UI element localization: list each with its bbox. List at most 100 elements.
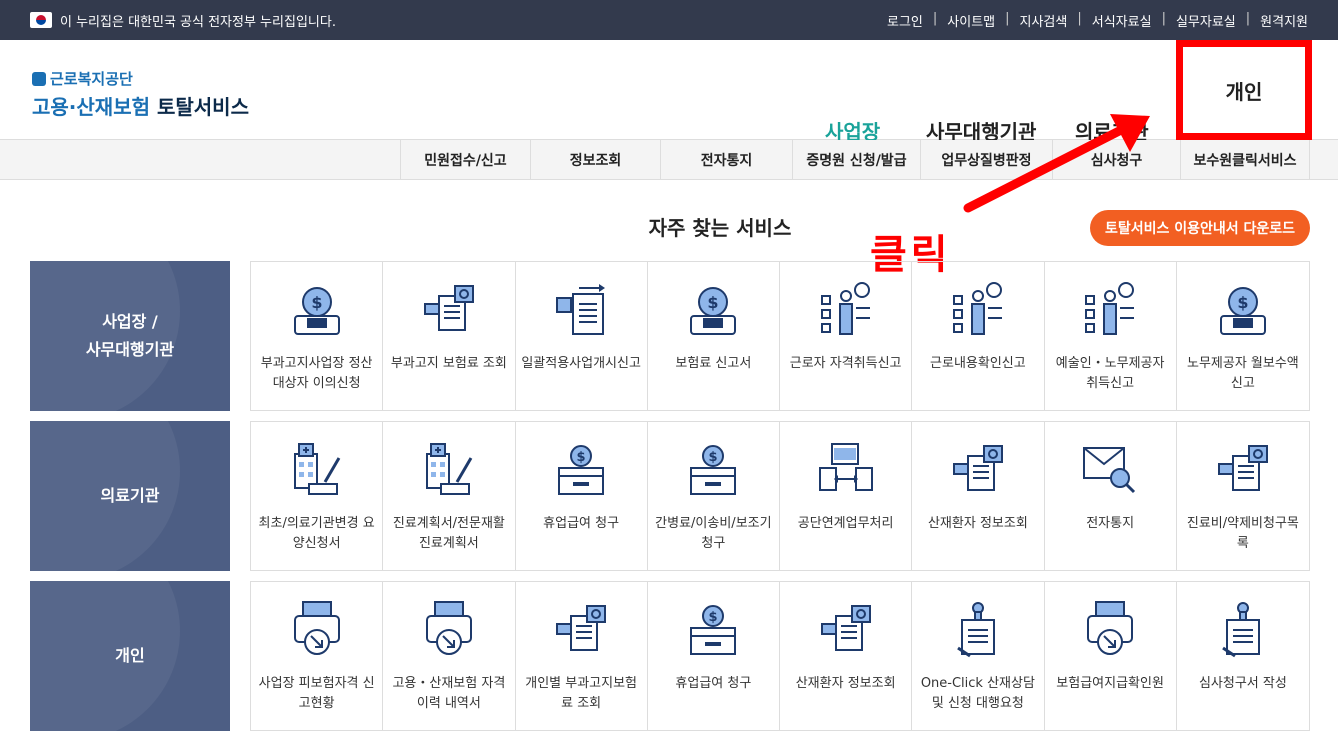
service-card[interactable]: $ 노무제공자 월보수액 신고 — [1177, 262, 1309, 410]
service-card-label: 근로내용확인신고 — [930, 356, 1026, 371]
coin-box-icon: $ — [681, 598, 745, 662]
svg-text:$: $ — [708, 293, 719, 312]
sub-nav-complaint[interactable]: 민원접수/신고 — [400, 140, 530, 180]
svg-text:$: $ — [311, 293, 322, 312]
coin-card-icon: $ — [285, 278, 349, 342]
checklist-person-icon — [1078, 278, 1142, 342]
logo-service-a: 고용·산재보험 — [32, 95, 150, 119]
category-text: 사업장 / 사무대행기관 — [85, 312, 175, 359]
service-card-label: 휴업급여 청구 — [675, 676, 752, 691]
service-card[interactable]: 사업장 피보험자격 신고현황 — [251, 582, 384, 730]
service-card-label: 간병료/이송비/보조기 청구 — [655, 516, 772, 551]
service-card[interactable]: 부과고지 보험료 조회 — [383, 262, 516, 410]
site-logo[interactable]: 근로복지공단 고용·산재보험 토탈서비스 — [32, 68, 249, 120]
hospital-pen-icon — [285, 438, 349, 502]
service-card-label: 부과고지 보험료 조회 — [390, 356, 507, 371]
service-card[interactable]: 근로자 자격취득신고 — [780, 262, 913, 410]
logo-org: 근로복지공단 — [50, 70, 133, 88]
service-card-label: 산재환자 정보조회 — [795, 676, 896, 691]
svg-text:$: $ — [709, 610, 718, 625]
service-card[interactable]: 진료비/약제비청구목록 — [1177, 422, 1309, 570]
sub-nav-oneclick[interactable]: 보수원클릭서비스 — [1180, 140, 1310, 180]
service-card[interactable]: 일괄적용사업개시신고 — [516, 262, 648, 410]
category-text: 개인 — [115, 646, 145, 665]
service-card[interactable]: 전자통지 — [1045, 422, 1177, 570]
sub-nav-info[interactable]: 정보조회 — [530, 140, 660, 180]
service-card[interactable]: 산재환자 정보조회 — [912, 422, 1045, 570]
service-card[interactable]: One-Click 산재상담 및 신청 대행요청 — [912, 582, 1045, 730]
printer-arrow-icon — [417, 598, 481, 662]
svg-text:$: $ — [709, 450, 718, 465]
service-card-label: 산재환자 정보조회 — [927, 516, 1028, 531]
service-card-label: 진료계획서/전문재활진료계획서 — [392, 516, 505, 551]
service-card-label: 보험료 신고서 — [675, 356, 752, 371]
service-row: 의료기관최초/의료기관변경 요양신청서 진료계획서/전문재활진료계획서 $ 휴업급여 … — [30, 421, 1310, 571]
service-card[interactable]: 심사청구서 작성 — [1177, 582, 1309, 730]
service-card-label: 노무제공자 월보수액 신고 — [1186, 356, 1299, 391]
svg-text:$: $ — [1237, 293, 1248, 312]
service-cards: 최초/의료기관변경 요양신청서 진료계획서/전문재활진료계획서 $ 휴업급여 청구 $ 간… — [250, 421, 1310, 571]
category-text: 의료기관 — [100, 486, 160, 505]
service-card[interactable]: 예술인・노무제공자 취득신고 — [1045, 262, 1177, 410]
sub-nav-certificate[interactable]: 증명원 신청/발급 — [792, 140, 920, 180]
document-search-icon — [549, 598, 613, 662]
coin-box-icon: $ — [549, 438, 613, 502]
service-card[interactable]: 보험급여지급확인원 — [1045, 582, 1177, 730]
printer-arrow-icon — [285, 598, 349, 662]
utility-links: 로그인 | 사이트맵 | 지사검색 | 서식자료실 | 실무자료실 | 원격지원 — [887, 10, 1308, 30]
category-label: 사업장 / 사무대행기관 — [30, 261, 230, 411]
folder-exchange-icon — [814, 438, 878, 502]
sub-nav-notice[interactable]: 전자통지 — [660, 140, 792, 180]
service-card-label: 보험급여지급확인원 — [1056, 676, 1164, 691]
service-row: 개인 사업장 피보험자격 신고현황 고용・산재보험 자격 이력 내역서 개인별 부과고… — [30, 581, 1310, 731]
service-card-label: 사업장 피보험자격 신고현황 — [258, 676, 375, 711]
service-cards: 사업장 피보험자격 신고현황 고용・산재보험 자격 이력 내역서 개인별 부과고지보… — [250, 581, 1310, 731]
service-card-label: 전자통지 — [1086, 516, 1135, 531]
link-forms[interactable]: 서식자료실 — [1092, 11, 1152, 30]
service-card[interactable]: 고용・산재보험 자격 이력 내역서 — [383, 582, 516, 730]
service-card[interactable]: $ 보험료 신고서 — [648, 262, 780, 410]
main-nav-personal[interactable]: 개인 — [1176, 40, 1312, 140]
service-card-label: 근로자 자격취득신고 — [789, 356, 902, 371]
service-card-label: 고용・산재보험 자격 이력 내역서 — [392, 676, 506, 711]
service-card[interactable]: 진료계획서/전문재활진료계획서 — [383, 422, 516, 570]
checklist-person-icon — [946, 278, 1010, 342]
category-label: 개인 — [30, 581, 230, 731]
logo-service-b: 토탈서비스 — [156, 95, 249, 119]
service-card[interactable]: 공단연계업무처리 — [780, 422, 913, 570]
service-card-label: 최초/의료기관변경 요양신청서 — [258, 516, 375, 551]
service-card-label: 예술인・노무제공자 취득신고 — [1055, 356, 1165, 391]
service-card[interactable]: $ 휴업급여 청구 — [648, 582, 780, 730]
link-login[interactable]: 로그인 — [887, 11, 923, 30]
service-card[interactable]: 산재환자 정보조회 — [780, 582, 913, 730]
main-nav-personal-label: 개인 — [1225, 79, 1263, 104]
gov-banner: 이 누리집은 대한민국 공식 전자정부 누리집입니다. 로그인 | 사이트맵 | 지… — [0, 0, 1338, 40]
stamp-document-icon — [1211, 598, 1275, 662]
link-remote-support[interactable]: 원격지원 — [1260, 11, 1308, 30]
logo-mark-icon — [32, 71, 46, 86]
document-search-icon — [417, 278, 481, 342]
service-card[interactable]: 근로내용확인신고 — [912, 262, 1045, 410]
mail-search-icon — [1078, 438, 1142, 502]
link-practice-docs[interactable]: 실무자료실 — [1176, 11, 1236, 30]
stamp-document-icon — [946, 598, 1010, 662]
link-sitemap[interactable]: 사이트맵 — [947, 11, 995, 30]
service-card-label: 일괄적용사업개시신고 — [521, 356, 641, 371]
service-card[interactable]: 개인별 부과고지보험료 조회 — [516, 582, 648, 730]
service-card[interactable]: $ 부과고지사업장 정산대상자 이의신청 — [251, 262, 384, 410]
svg-text:$: $ — [577, 450, 586, 465]
link-branch-search[interactable]: 지사검색 — [1020, 11, 1068, 30]
annotation-arrow-icon — [963, 114, 1150, 213]
service-card[interactable]: 최초/의료기관변경 요양신청서 — [251, 422, 384, 570]
service-cards: $ 부과고지사업장 정산대상자 이의신청 부과고지 보험료 조회 일괄적용사업개시신고… — [250, 261, 1310, 411]
document-transfer-icon — [549, 278, 613, 342]
service-card-label: 심사청구서 작성 — [1198, 676, 1287, 691]
service-card-label: 공단연계업무처리 — [797, 516, 894, 531]
service-card[interactable]: $ 휴업급여 청구 — [516, 422, 648, 570]
document-search-icon — [814, 598, 878, 662]
document-search-icon — [946, 438, 1010, 502]
hospital-pen-icon — [417, 438, 481, 502]
checklist-person-icon — [814, 278, 878, 342]
service-card[interactable]: $ 간병료/이송비/보조기 청구 — [648, 422, 780, 570]
coin-card-icon: $ — [1211, 278, 1275, 342]
